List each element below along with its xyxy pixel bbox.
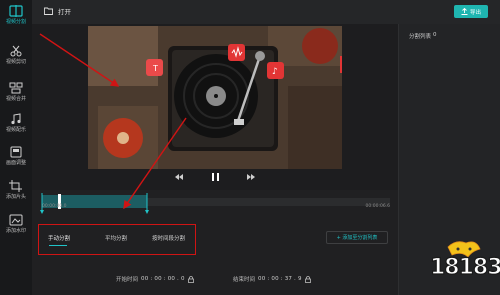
trim-end-handle[interactable] bbox=[145, 193, 149, 214]
timeline-start-time: 00:00:00.0 bbox=[42, 204, 67, 209]
pause-icon[interactable] bbox=[212, 173, 219, 181]
video-preview[interactable]: T ♪ bbox=[88, 26, 342, 169]
top-bar: 打开 导出 bbox=[32, 0, 500, 24]
tab-active-indicator bbox=[49, 245, 67, 246]
sidebar-item-intro[interactable]: 添加片头 bbox=[0, 180, 32, 200]
export-button[interactable]: 导出 bbox=[454, 5, 488, 18]
add-to-split-list-button[interactable]: + 添加至分割列表 bbox=[326, 231, 388, 244]
svg-text:♪: ♪ bbox=[272, 67, 278, 77]
fast-forward-icon[interactable] bbox=[247, 174, 255, 180]
vinyl-record-scene: T ♪ bbox=[88, 26, 342, 169]
export-icon bbox=[461, 8, 468, 15]
split-icon bbox=[9, 5, 23, 17]
sidebar-item-label: 画面调整 bbox=[5, 160, 26, 166]
merge-icon bbox=[9, 82, 23, 94]
sidebar-item-adjust[interactable]: 画面调整 bbox=[0, 146, 32, 166]
rewind-icon[interactable] bbox=[175, 174, 183, 180]
split-list-title: 分割列表 0 bbox=[409, 32, 437, 40]
music-note-icon bbox=[11, 113, 21, 125]
folder-icon bbox=[44, 7, 53, 15]
sidebar-item-label: 视频剪切 bbox=[5, 59, 26, 65]
screen-adjust-icon bbox=[10, 146, 22, 158]
tab-manual-split[interactable]: 手动分割 bbox=[48, 234, 70, 242]
split-list-count: 0 bbox=[433, 32, 437, 38]
split-mode-tabs: 手动分割 平均分割 按时间段分割 bbox=[38, 224, 196, 255]
watermark-icon bbox=[9, 214, 23, 226]
timeline[interactable]: 00:00:00.0 00:00:06.6 bbox=[32, 188, 398, 224]
site-watermark-logo: 18183 bbox=[428, 237, 500, 289]
start-time-field: 开始时间 00 : 00 : 00 . 0 bbox=[116, 275, 194, 283]
watermark-text: 18183 bbox=[429, 254, 500, 280]
end-time-label: 结束时间 bbox=[233, 277, 256, 283]
export-label: 导出 bbox=[469, 9, 481, 16]
end-time-field: 结束时间 00 : 00 : 37 . 9 bbox=[233, 275, 311, 283]
sidebar-item-merge[interactable]: 视频合并 bbox=[0, 82, 32, 102]
tab-time-segment-split[interactable]: 按时间段分割 bbox=[152, 234, 185, 242]
add-to-split-list-label: + 添加至分割列表 bbox=[336, 235, 378, 241]
lock-icon[interactable] bbox=[304, 275, 311, 283]
sidebar-item-music[interactable]: 视频配乐 bbox=[0, 113, 32, 133]
sidebar-item-label: 视频分割 bbox=[5, 19, 26, 25]
split-list-label: 分割列表 bbox=[409, 34, 432, 40]
sidebar-item-label: 视频配乐 bbox=[5, 127, 26, 133]
sidebar: 视频分割 视频剪切 视频合并 视频配乐 画面调整 添加片头 添加水印 bbox=[0, 0, 32, 295]
sidebar-item-cut[interactable]: 视频剪切 bbox=[0, 45, 32, 65]
sidebar-item-label: 视频合并 bbox=[5, 96, 26, 102]
start-time-input[interactable]: 00 : 00 : 00 . 0 bbox=[141, 276, 185, 282]
sidebar-item-watermark[interactable]: 添加水印 bbox=[0, 214, 32, 234]
start-time-label: 开始时间 bbox=[116, 277, 139, 283]
crop-icon bbox=[9, 180, 22, 192]
open-button[interactable]: 打开 bbox=[44, 6, 71, 16]
player-controls bbox=[32, 168, 398, 186]
end-time-input[interactable]: 00 : 00 : 37 . 9 bbox=[258, 276, 302, 282]
lock-icon[interactable] bbox=[187, 275, 194, 283]
preview-area: T ♪ bbox=[32, 24, 398, 190]
svg-text:T: T bbox=[152, 64, 158, 73]
scissors-icon bbox=[10, 45, 22, 57]
timeline-end-time: 00:00:06.6 bbox=[365, 204, 390, 209]
open-label: 打开 bbox=[58, 8, 71, 16]
sidebar-item-label: 添加片头 bbox=[5, 194, 26, 200]
tab-average-split[interactable]: 平均分割 bbox=[105, 234, 127, 242]
sidebar-item-split[interactable]: 视频分割 bbox=[0, 5, 32, 25]
sidebar-item-label: 添加水印 bbox=[5, 228, 26, 234]
